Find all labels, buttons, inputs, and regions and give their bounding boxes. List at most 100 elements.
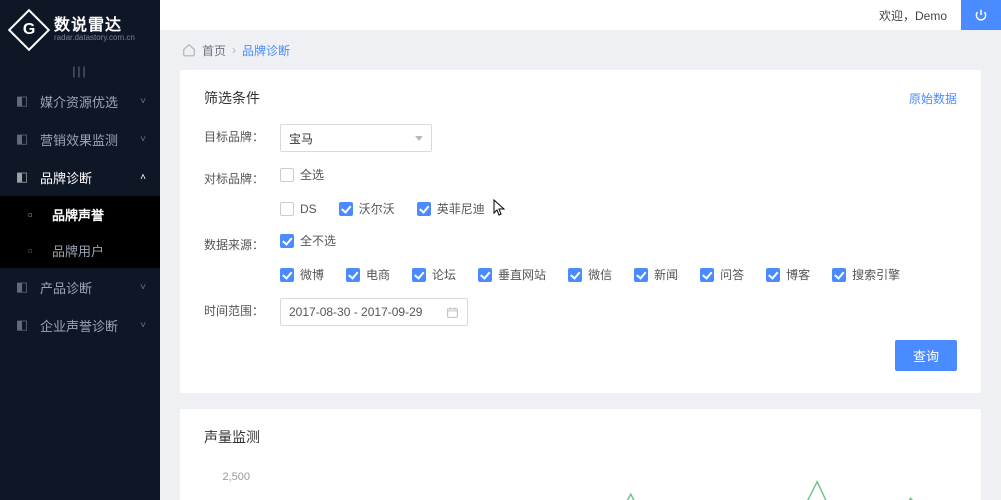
chevron-down-icon: ˅ [140,320,146,331]
chevron-down-icon: ˅ [140,134,146,145]
checkbox-icon [280,168,294,182]
breadcrumb-separator: › [232,43,236,57]
sidebar-item-1[interactable]: ◧ 营销效果监测 ˅ [0,120,160,158]
chart-plot [258,465,957,500]
datasource-checkbox-4[interactable]: 微信 [568,266,612,284]
checkbox-label: 博客 [786,266,810,284]
filter-title: 筛选条件 [204,88,260,108]
sidebar-item-0[interactable]: ◧媒介资源优选˅ [0,82,160,120]
submenu-icon: ▫ [28,207,42,221]
target-brand-value: 宝马 [289,130,313,147]
chevron-down-icon: ˅ [140,282,146,293]
compare-brand-label: 对标品牌： [204,166,280,192]
submenu-icon: ▫ [28,243,42,257]
checkbox-icon [766,268,780,282]
y-tick-label: 2,500 [222,471,250,483]
topbar: 欢迎，Demo [160,0,1001,30]
date-range-input[interactable]: 2017-08-30 - 2017-09-29 [280,298,468,326]
chart-panel: 声量监测 2,5002,0001,500 [180,409,981,500]
checkbox-icon [280,234,294,248]
compare-brand-checkbox-0[interactable]: DS [280,200,317,218]
checkbox-label: 全选 [300,166,324,184]
power-icon [974,8,988,22]
calendar-icon [446,306,459,319]
raw-data-link[interactable]: 原始数据 [909,90,957,107]
sidebar-subitem-0[interactable]: ▫ 品牌声誉 [0,196,160,232]
datasource-checkbox-1[interactable]: 电商 [346,266,390,284]
query-button[interactable]: 查询 [895,340,957,371]
target-brand-select[interactable]: 宝马 [280,124,432,152]
content-area: 筛选条件 原始数据 目标品牌： 宝马 对标品牌： 全选 DS 沃尔沃 英菲尼迪 数据来… [160,70,1001,500]
checkbox-label: 论坛 [432,266,456,284]
checkbox-icon [280,202,294,216]
checkbox-label: 沃尔沃 [359,200,395,218]
sidebar-item-label: 品牌诊断 [40,168,92,187]
checkbox-label: 搜索引擎 [852,266,900,284]
date-range-value: 2017-08-30 - 2017-09-29 [289,305,422,319]
logo-title: 数说雷达 [54,17,135,35]
menu-icon: ◧ [14,131,30,147]
menu-icon: ◧ [14,279,30,295]
datasource-checkbox-2[interactable]: 论坛 [412,266,456,284]
checkbox-icon [568,268,582,282]
checkbox-icon [634,268,648,282]
checkbox-label: DS [300,200,317,218]
sidebar-collapse[interactable]: ||| [0,60,160,82]
sidebar-item-label: 企业声誉诊断 [40,316,118,335]
logout-button[interactable] [961,0,1001,30]
chart-title: 声量监测 [204,427,957,447]
datasource-none-checkbox[interactable]: 全不选 [280,232,336,250]
compare-all-checkbox[interactable]: 全选 [280,166,324,184]
sidebar: G 数说雷达 radar.datastory.com.cn ||| ◧媒介资源优… [0,0,160,500]
datasource-checkbox-6[interactable]: 问答 [700,266,744,284]
checkbox-label: 问答 [720,266,744,284]
sidebar-item-3[interactable]: ◧ 产品诊断 ˅ [0,268,160,306]
checkbox-icon [412,268,426,282]
checkbox-label: 全不选 [300,232,336,250]
chevron-up-icon: ˄ [140,172,146,183]
home-icon [182,43,196,57]
breadcrumb: 首页 › 品牌诊断 [160,30,1001,70]
logo: G 数说雷达 radar.datastory.com.cn [0,0,160,60]
sidebar-item-label: 媒介资源优选 [40,92,118,111]
sidebar-item-label: 产品诊断 [40,278,92,297]
breadcrumb-current: 品牌诊断 [242,42,290,59]
sidebar-subitem-label: 品牌用户 [52,241,104,260]
checkbox-icon [478,268,492,282]
chevron-down-icon [415,136,423,141]
checkbox-label: 新闻 [654,266,678,284]
checkbox-icon [346,268,360,282]
checkbox-label: 微信 [588,266,612,284]
sidebar-subitem-label: 品牌声誉 [52,205,104,224]
date-range-label: 时间范围： [204,298,280,324]
chart-line-series-0 [258,482,957,500]
menu-icon: ◧ [14,169,30,185]
checkbox-label: 电商 [366,266,390,284]
breadcrumb-home[interactable]: 首页 [202,42,226,59]
checkbox-icon [339,202,353,216]
welcome-text: 欢迎，Demo [879,7,947,24]
sidebar-item-4[interactable]: ◧ 企业声誉诊断 ˅ [0,306,160,344]
logo-icon: G [8,9,50,51]
compare-brand-checkbox-1[interactable]: 沃尔沃 [339,200,395,218]
datasource-checkbox-7[interactable]: 博客 [766,266,810,284]
compare-brand-checkbox-2[interactable]: 英菲尼迪 [417,200,485,218]
datasource-checkbox-3[interactable]: 垂直网站 [478,266,546,284]
checkbox-icon [280,268,294,282]
datasource-checkbox-0[interactable]: 微博 [280,266,324,284]
datasource-checkbox-8[interactable]: 搜索引擎 [832,266,900,284]
sidebar-item-2[interactable]: ◧ 品牌诊断 ˄ [0,158,160,196]
checkbox-label: 英菲尼迪 [437,200,485,218]
sidebar-item-label: 营销效果监测 [40,130,118,149]
data-source-label: 数据来源： [204,232,280,258]
menu-icon: ◧ [14,317,30,333]
chart-y-axis: 2,5002,0001,500 [204,471,258,500]
filter-panel: 筛选条件 原始数据 目标品牌： 宝马 对标品牌： 全选 DS 沃尔沃 英菲尼迪 数据来… [180,70,981,393]
checkbox-icon [417,202,431,216]
target-brand-label: 目标品牌： [204,124,280,150]
checkbox-label: 微博 [300,266,324,284]
checkbox-label: 垂直网站 [498,266,546,284]
sidebar-subitem-1[interactable]: ▫ 品牌用户 [0,232,160,268]
datasource-checkbox-5[interactable]: 新闻 [634,266,678,284]
checkbox-icon [700,268,714,282]
